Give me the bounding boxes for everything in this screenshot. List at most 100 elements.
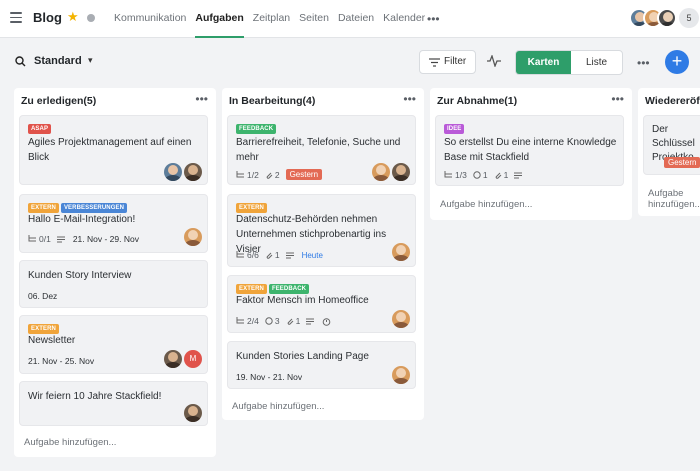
due-today: Heute bbox=[301, 250, 323, 260]
add-task-link[interactable]: Aufgabe hinzufügen... bbox=[232, 401, 324, 412]
card-title: Faktor Mensch im Homeoffice bbox=[236, 295, 369, 306]
attachment-count: 1 bbox=[503, 170, 509, 180]
avatar[interactable] bbox=[392, 366, 410, 384]
description-icon bbox=[56, 236, 65, 242]
timer-icon bbox=[322, 317, 331, 326]
column-zur-abnahme: Zur Abnahme(1) ••• IDEE So erstellst Du … bbox=[430, 88, 632, 220]
comment-icon bbox=[473, 171, 481, 179]
add-task-link[interactable]: Aufgabe hinzufügen... bbox=[440, 199, 532, 210]
nav-zeitplan[interactable]: Zeitplan bbox=[253, 0, 290, 38]
status-dot-icon bbox=[87, 14, 95, 22]
attachment-icon bbox=[495, 172, 501, 179]
attachment-icon bbox=[287, 318, 293, 325]
tag-feedback: FEEDBACK bbox=[236, 124, 277, 134]
card-date: 21. Nov - 29. Nov bbox=[72, 234, 139, 244]
add-button[interactable]: + bbox=[665, 50, 689, 74]
add-task-link[interactable]: Aufgabe hinzufügen... bbox=[648, 188, 700, 210]
column-title: In Bearbeitung(4) bbox=[229, 95, 316, 107]
attachment-count: 1 bbox=[274, 250, 280, 260]
subtask-count: 1/2 bbox=[247, 169, 259, 180]
add-task-link[interactable]: Aufgabe hinzufügen... bbox=[24, 437, 116, 448]
nav-seiten[interactable]: Seiten bbox=[299, 0, 329, 38]
task-card[interactable]: Kunden Stories Landing Page 19. Nov - 21… bbox=[227, 341, 416, 389]
avatar[interactable] bbox=[184, 404, 202, 422]
subtask-icon bbox=[444, 171, 452, 178]
search-icon[interactable] bbox=[15, 56, 26, 67]
description-icon bbox=[306, 318, 315, 324]
card-title: Barrierefreiheit, Telefonie, Suche und m… bbox=[236, 137, 401, 163]
task-card[interactable]: Kunden Story Interview 06. Dez bbox=[19, 260, 208, 308]
avatar[interactable] bbox=[164, 163, 182, 181]
view-selector[interactable]: Standard bbox=[34, 55, 82, 67]
view-toggle: Karten Liste bbox=[515, 50, 623, 75]
task-card[interactable]: EXTERN FEEDBACK Faktor Mensch im Homeoff… bbox=[227, 275, 416, 333]
card-date: 19. Nov - 21. Nov bbox=[236, 372, 303, 382]
card-title: Wir feiern 10 Jahre Stackfield! bbox=[28, 391, 162, 402]
avatar[interactable] bbox=[392, 310, 410, 328]
task-card[interactable]: Der Schlüssel Projektko Gestern bbox=[643, 115, 700, 175]
tag-idee: IDEE bbox=[444, 124, 465, 134]
subtask-icon bbox=[236, 251, 244, 258]
column-wiedereroeffnet: Wiedereröffnet Der Schlüssel Projektko G… bbox=[638, 88, 700, 216]
filter-label: Filter bbox=[444, 56, 467, 67]
nav-aufgaben[interactable]: Aufgaben bbox=[195, 0, 244, 38]
subtask-icon bbox=[236, 317, 244, 324]
avatar-initial[interactable]: M bbox=[184, 350, 202, 368]
column-more-icon[interactable]: ••• bbox=[611, 92, 624, 106]
activity-icon[interactable] bbox=[487, 55, 501, 67]
avatar[interactable] bbox=[184, 163, 202, 181]
task-card[interactable]: EXTERN Newsletter 21. Nov - 25. Nov M bbox=[19, 315, 208, 374]
task-card[interactable]: EXTERN Datenschutz-Behörden nehmen Unter… bbox=[227, 194, 416, 267]
card-title: So erstellst Du eine interne Knowledge B… bbox=[444, 137, 617, 163]
description-icon bbox=[285, 252, 294, 258]
column-title: Zur Abnahme(1) bbox=[437, 95, 518, 107]
star-icon[interactable]: ★ bbox=[67, 10, 79, 24]
attachment-icon bbox=[266, 252, 273, 259]
column-more-icon[interactable]: ••• bbox=[195, 92, 208, 106]
member-count-badge[interactable]: 5 bbox=[679, 8, 699, 28]
subtask-count: 1/3 bbox=[455, 170, 467, 180]
task-card[interactable]: Wir feiern 10 Jahre Stackfield! bbox=[19, 381, 208, 426]
chevron-down-icon[interactable]: ▾ bbox=[88, 55, 93, 66]
nav-kommunikation[interactable]: Kommunikation bbox=[114, 0, 186, 38]
task-card[interactable]: FEEDBACK Barrierefreiheit, Telefonie, Su… bbox=[227, 115, 416, 185]
subtask-count: 6/6 bbox=[247, 250, 259, 260]
avatar[interactable] bbox=[392, 243, 410, 261]
attachment-count: 2 bbox=[274, 169, 280, 180]
avatar[interactable] bbox=[657, 8, 677, 28]
avatar[interactable] bbox=[184, 228, 202, 246]
card-title: Kunden Story Interview bbox=[28, 270, 132, 281]
karten-tab[interactable]: Karten bbox=[516, 51, 571, 74]
avatar[interactable] bbox=[372, 163, 390, 181]
attachment-icon bbox=[266, 172, 273, 179]
card-title: Agiles Projektmanagement auf einen Blick bbox=[28, 137, 192, 163]
nav-kalender[interactable]: Kalender bbox=[383, 0, 425, 38]
toolbar-more-icon[interactable]: ••• bbox=[637, 56, 650, 70]
liste-tab[interactable]: Liste bbox=[571, 51, 622, 74]
nav-more-icon[interactable]: ••• bbox=[427, 12, 440, 26]
column-title: Zu erledigen(5) bbox=[21, 95, 97, 107]
card-title: Newsletter bbox=[28, 335, 76, 346]
card-date: 06. Dez bbox=[28, 291, 58, 301]
subtask-icon bbox=[236, 170, 244, 177]
workspace-title: Blog bbox=[33, 10, 62, 25]
comment-count: 3 bbox=[274, 316, 280, 326]
filter-icon bbox=[429, 58, 440, 67]
card-title: Kunden Stories Landing Page bbox=[236, 351, 369, 362]
nav-dateien[interactable]: Dateien bbox=[338, 0, 374, 38]
member-avatars[interactable]: 5 bbox=[629, 8, 699, 28]
avatar[interactable] bbox=[392, 163, 410, 181]
subtask-icon bbox=[28, 235, 36, 242]
avatar[interactable] bbox=[164, 350, 182, 368]
column-more-icon[interactable]: ••• bbox=[403, 92, 416, 106]
card-title: Hallo E-Mail-Integration! bbox=[28, 214, 136, 225]
task-card[interactable]: ASAP Agiles Projektmanagement auf einen … bbox=[19, 115, 208, 185]
description-icon bbox=[514, 172, 523, 178]
task-card[interactable]: EXTERN VERBESSERUNGEN Hallo E-Mail-Integ… bbox=[19, 194, 208, 253]
card-date: 21. Nov - 25. Nov bbox=[28, 356, 95, 366]
task-card[interactable]: IDEE So erstellst Du eine interne Knowle… bbox=[435, 115, 624, 186]
column-zu-erledigen: Zu erledigen(5) ••• ASAP Agiles Projektm… bbox=[14, 88, 216, 457]
menu-icon[interactable] bbox=[10, 12, 22, 23]
filter-button[interactable]: Filter bbox=[419, 50, 476, 74]
due-badge: Gestern bbox=[285, 169, 323, 180]
